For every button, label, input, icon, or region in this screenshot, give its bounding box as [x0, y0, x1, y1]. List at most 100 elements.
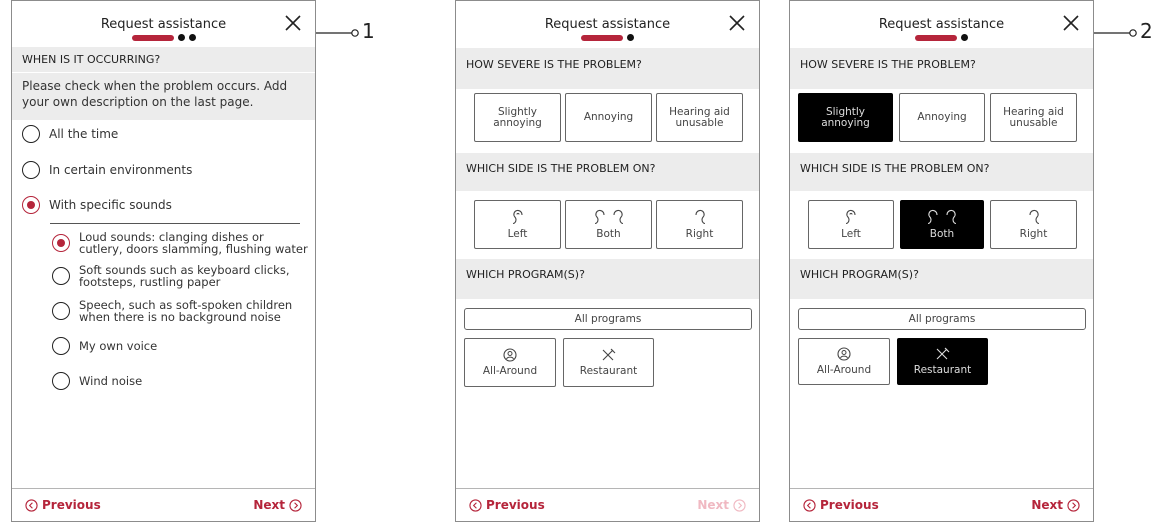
radio-button[interactable]: [52, 337, 70, 355]
radio-button[interactable]: [52, 372, 70, 390]
footer-nav: Previous Next: [456, 488, 759, 521]
severity-slightly-annoying-selected[interactable]: Slightly annoying: [798, 93, 893, 142]
screen-severity: Request assistance HOW SEVERE IS THE PRO…: [455, 0, 760, 522]
radio-button[interactable]: [22, 161, 40, 179]
callout-number: 2: [1140, 19, 1153, 43]
sub-option-soft-sounds[interactable]: Soft sounds such as keyboard clicks, foot…: [52, 264, 289, 288]
ear-right-icon: [694, 209, 705, 225]
sub-option-speech[interactable]: Speech, such as soft-spoken children when…: [52, 299, 292, 323]
close-icon[interactable]: [1063, 15, 1079, 31]
step-indicator-dot: [961, 34, 968, 41]
footer-nav: Previous Next: [12, 488, 315, 521]
sub-option-line: My own voice: [79, 339, 158, 353]
severity-hearing-aid-unusable[interactable]: Hearing aid unusable: [656, 93, 743, 142]
next-button[interactable]: Next: [1031, 498, 1080, 512]
step-indicator: [790, 34, 1093, 41]
radio-button[interactable]: [52, 267, 70, 285]
program-all-around[interactable]: All-Around: [464, 338, 556, 387]
side-right[interactable]: Right: [656, 200, 743, 249]
chevron-left-circle-icon: [25, 498, 38, 512]
next-button-disabled[interactable]: Next: [697, 498, 746, 512]
severity-hearing-aid-unusable[interactable]: Hearing aid unusable: [990, 93, 1077, 142]
step-indicator: [12, 34, 315, 41]
all-around-icon: [503, 348, 517, 362]
step-indicator-dot: [177, 34, 185, 41]
option-label: In certain environments: [49, 163, 193, 177]
ear-both-icon: [594, 209, 623, 225]
sub-option-own-voice[interactable]: My own voice: [52, 337, 157, 355]
chevron-left-circle-icon: [469, 498, 482, 512]
all-programs-button[interactable]: All programs: [464, 308, 752, 330]
close-icon[interactable]: [729, 15, 745, 31]
section-heading: WHICH SIDE IS THE PROBLEM ON?: [790, 153, 1093, 191]
severity-annoying[interactable]: Annoying: [899, 93, 985, 142]
ear-right-icon: [1028, 209, 1039, 225]
close-icon[interactable]: [285, 15, 301, 31]
side-left[interactable]: Left: [474, 200, 561, 249]
section-heading: WHEN IS IT OCCURRING?: [12, 47, 315, 72]
option-label: All the time: [49, 127, 119, 141]
divider: [50, 223, 300, 224]
option-all-the-time[interactable]: All the time: [22, 125, 118, 143]
all-programs-button[interactable]: All programs: [798, 308, 1086, 330]
chevron-right-circle-icon: [733, 498, 746, 512]
option-specific-sounds[interactable]: With specific sounds: [22, 196, 172, 214]
side-both-selected[interactable]: Both: [900, 200, 984, 249]
ear-both-icon: [927, 209, 957, 225]
next-label: Next: [253, 498, 285, 512]
previous-label: Previous: [820, 498, 879, 512]
callout-pointer: [316, 29, 359, 37]
ear-left-icon: [845, 209, 856, 225]
step-indicator-current: [131, 34, 174, 41]
previous-button[interactable]: Previous: [25, 498, 101, 512]
chevron-right-circle-icon: [1067, 498, 1080, 512]
header-title: Request assistance: [544, 17, 671, 32]
header: Request assistance: [456, 1, 759, 47]
radio-button-selected[interactable]: [52, 234, 70, 252]
section-heading: WHICH SIDE IS THE PROBLEM ON?: [456, 153, 759, 191]
screen-severity-selected: Request assistance HOW SEVERE IS THE PRO…: [789, 0, 1094, 522]
next-label: Next: [1031, 498, 1063, 512]
restaurant-icon: [602, 348, 615, 361]
sub-option-line: cutlery, doors slamming, flushing water: [79, 242, 308, 256]
step-indicator-dot: [188, 34, 196, 41]
sub-option-line: footsteps, rustling paper: [79, 275, 221, 289]
radio-button[interactable]: [52, 302, 70, 320]
step-indicator-current: [581, 34, 623, 41]
previous-button[interactable]: Previous: [803, 498, 879, 512]
screen-when-occurring: Request assistance WHEN IS IT OCCURRING?…: [11, 0, 316, 522]
program-restaurant-selected[interactable]: Restaurant: [897, 338, 988, 385]
previous-button[interactable]: Previous: [469, 498, 545, 512]
previous-label: Previous: [42, 498, 101, 512]
severity-annoying[interactable]: Annoying: [565, 93, 652, 142]
radio-button[interactable]: [22, 125, 40, 143]
severity-slightly-annoying[interactable]: Slightly annoying: [474, 93, 561, 142]
all-around-icon: [837, 347, 851, 361]
header: Request assistance: [790, 1, 1093, 47]
sub-option-loud-sounds[interactable]: Loud sounds: clanging dishes or cutlery, …: [52, 231, 308, 255]
side-both[interactable]: Both: [565, 200, 652, 249]
step-indicator-dot: [627, 34, 634, 41]
program-all-around[interactable]: All-Around: [798, 338, 890, 385]
program-restaurant[interactable]: Restaurant: [563, 338, 654, 387]
section-heading: WHICH PROGRAM(S)?: [790, 259, 1093, 299]
chevron-right-circle-icon: [289, 498, 302, 512]
chevron-left-circle-icon: [803, 498, 816, 512]
callout-number: 1: [362, 19, 375, 43]
side-left[interactable]: Left: [808, 200, 894, 249]
step-indicator-current: [915, 34, 957, 41]
step-indicator: [456, 34, 759, 41]
header-title: Request assistance: [100, 17, 227, 32]
side-right[interactable]: Right: [990, 200, 1077, 249]
ear-left-icon: [512, 209, 523, 225]
sub-option-line: Wind noise: [79, 374, 143, 388]
radio-button-selected[interactable]: [22, 196, 40, 214]
previous-label: Previous: [486, 498, 545, 512]
restaurant-icon: [936, 347, 949, 360]
option-certain-environments[interactable]: In certain environments: [22, 161, 192, 179]
header-title: Request assistance: [878, 17, 1005, 32]
sub-option-wind-noise[interactable]: Wind noise: [52, 372, 142, 390]
header: Request assistance: [12, 1, 315, 47]
next-label: Next: [697, 498, 729, 512]
next-button[interactable]: Next: [253, 498, 302, 512]
